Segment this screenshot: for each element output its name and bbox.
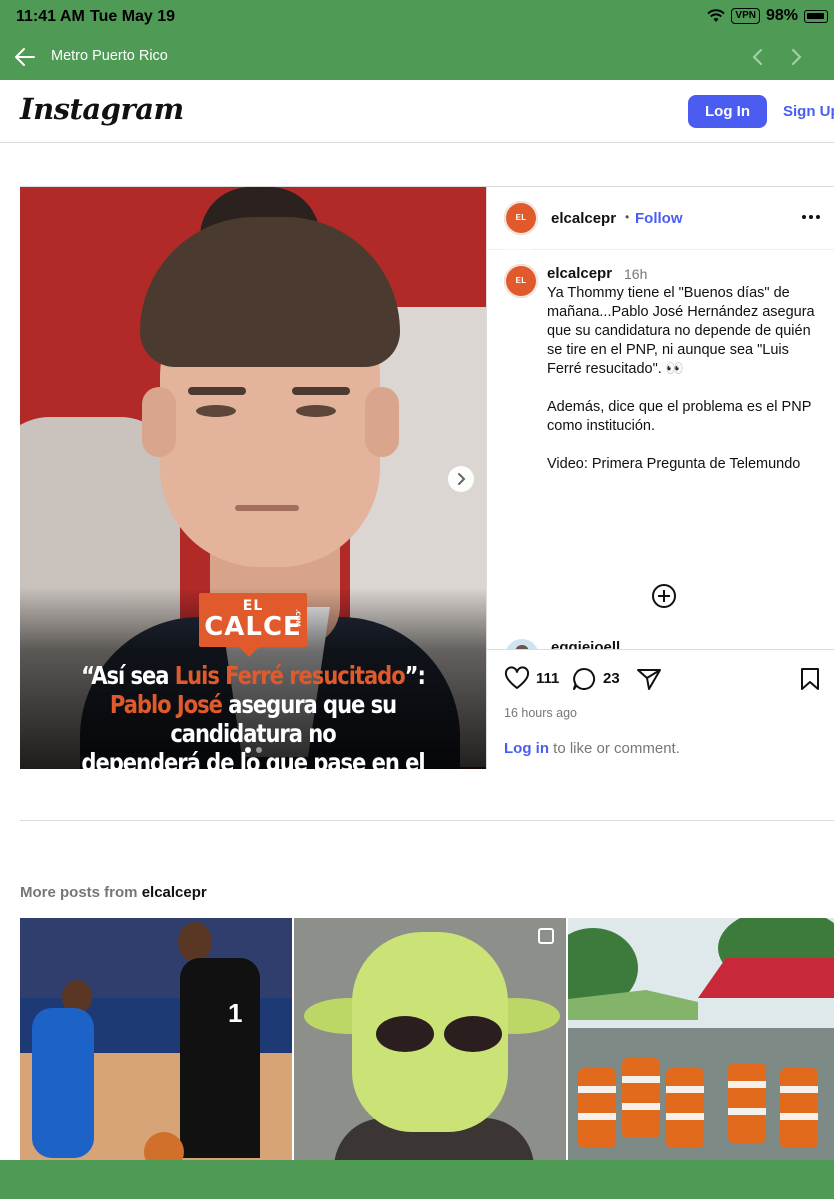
chevron-right-icon[interactable] <box>786 46 806 68</box>
carousel-dots <box>245 747 262 753</box>
status-right: VPN 98% <box>707 7 828 25</box>
mask-eye-left <box>376 1016 434 1052</box>
carousel-dot-active <box>245 747 251 753</box>
player-blue <box>32 1008 94 1158</box>
orange-barrel <box>622 1058 660 1138</box>
login-link[interactable]: Log in <box>504 740 549 757</box>
heart-icon[interactable] <box>504 666 530 692</box>
post-media[interactable]: EL CALCE .COM “Así sea Luis Ferré resuci… <box>20 187 486 769</box>
eye-right <box>296 405 336 417</box>
carousel-multi-icon <box>538 928 554 944</box>
post-caption: EL CALCE elcalcepr 16h Ya Thommy tiene e… <box>487 251 834 649</box>
login-prompt-suffix: to like or comment. <box>549 740 680 757</box>
more-options-icon[interactable] <box>802 215 820 219</box>
mask-eye-right <box>444 1016 502 1052</box>
caption-text: Ya Thommy tiene el "Buenos días" de maña… <box>547 284 827 474</box>
chevron-left-icon[interactable] <box>748 46 768 68</box>
status-bar: 11:41 AM Tue May 19 VPN 98% <box>0 0 834 34</box>
battery-percent: 98% <box>765 7 798 24</box>
signup-link[interactable]: Sign Up <box>783 103 834 120</box>
follow-button[interactable]: Follow <box>635 210 683 227</box>
mouth <box>235 505 299 511</box>
commenter-username[interactable]: eggiejoell <box>551 639 620 649</box>
caption-time: 16h <box>624 266 648 282</box>
comments-count: 23 <box>603 670 620 687</box>
eye-left <box>196 405 236 417</box>
commenter-avatar[interactable] <box>505 639 539 649</box>
more-posts-prefix: More posts from <box>20 884 142 901</box>
badge-dotcom: .COM <box>294 609 301 627</box>
battery-icon <box>804 9 828 23</box>
eyebrow-right <box>292 387 350 395</box>
more-posts-heading: More posts from elcalcepr <box>20 884 207 901</box>
player-head-2 <box>178 922 212 962</box>
badge-line-2: CALCE <box>204 612 302 642</box>
headline-highlight-1: Luis Ferré resucitado <box>174 661 406 690</box>
author-avatar[interactable]: EL CALCE <box>504 201 538 256</box>
orange-barrel <box>578 1068 616 1148</box>
caption-paragraph-3: Video: Primera Pregunta de Telemundo <box>547 456 801 472</box>
eyebrow-left <box>188 387 246 395</box>
login-button[interactable]: Log In <box>688 95 767 128</box>
post-thumbnail-mask[interactable] <box>294 918 566 1160</box>
site-title: Metro Puerto Rico <box>51 48 168 64</box>
status-time: 11:41 AM <box>16 8 85 25</box>
instagram-header: Instagram Log In Sign Up <box>0 80 834 143</box>
section-divider <box>20 820 834 821</box>
headline-highlight-2: Pablo José <box>109 690 223 719</box>
share-icon[interactable] <box>636 666 662 692</box>
caption-paragraph-2: Además, dice que el problema es el PNP c… <box>547 399 812 434</box>
likes-count: 111 <box>536 670 560 687</box>
post-card: EL CALCE .COM “Así sea Luis Ferré resuci… <box>20 186 834 769</box>
author-username[interactable]: elcalcepr <box>551 210 616 227</box>
headline-quote-open: “Así sea <box>81 661 175 690</box>
header-separator: • <box>625 210 630 224</box>
instagram-logo[interactable]: Instagram <box>20 92 184 126</box>
post-thumbnail-barrels[interactable] <box>568 918 834 1160</box>
more-posts-grid: 1 <box>20 918 834 1160</box>
post-header: EL CALCE elcalcepr • Follow <box>487 187 834 256</box>
orange-barrel <box>780 1068 818 1148</box>
headline-quote-close: ”: <box>404 661 426 690</box>
comment-icon[interactable] <box>571 666 597 692</box>
ear-left <box>142 387 176 457</box>
orange-barrel <box>666 1068 704 1148</box>
caption-paragraph-1: Ya Thommy tiene el "Buenos días" de maña… <box>547 285 815 377</box>
wifi-icon <box>707 9 726 22</box>
carousel-next-icon[interactable] <box>448 466 474 492</box>
vpn-badge: VPN <box>731 8 760 24</box>
browser-nav-bar: Metro Puerto Rico <box>0 34 834 80</box>
orange-barrel <box>728 1063 766 1143</box>
jersey-number: 1 <box>228 998 243 1028</box>
ear-right <box>365 387 399 457</box>
bookmark-icon[interactable] <box>797 666 823 692</box>
post-thumbnail-basketball[interactable]: 1 <box>20 918 292 1160</box>
more-posts-account[interactable]: elcalcepr <box>142 884 207 901</box>
caption-username[interactable]: elcalcepr <box>547 265 612 282</box>
bottom-toolbar <box>0 1160 834 1199</box>
login-prompt: Log in to like or comment. <box>504 740 680 757</box>
status-date: Tue May 19 <box>90 8 176 25</box>
commenter-photo-icon <box>515 645 529 649</box>
posted-time: 16 hours ago <box>504 706 577 720</box>
elcalce-logo-badge: EL CALCE .COM <box>199 593 307 657</box>
post-actions: 111 23 16 hours ago Log in to like or co… <box>487 650 834 769</box>
hair <box>140 217 400 367</box>
caption-avatar[interactable]: EL CALCE <box>504 264 538 319</box>
player-black <box>180 958 260 1158</box>
post-sidebar: EL CALCE elcalcepr • Follow EL CALCE elc… <box>486 187 834 769</box>
back-arrow-icon[interactable] <box>12 44 38 70</box>
red-canopy <box>698 958 834 998</box>
load-more-comments-icon[interactable] <box>651 583 677 609</box>
carousel-dot <box>256 747 262 753</box>
